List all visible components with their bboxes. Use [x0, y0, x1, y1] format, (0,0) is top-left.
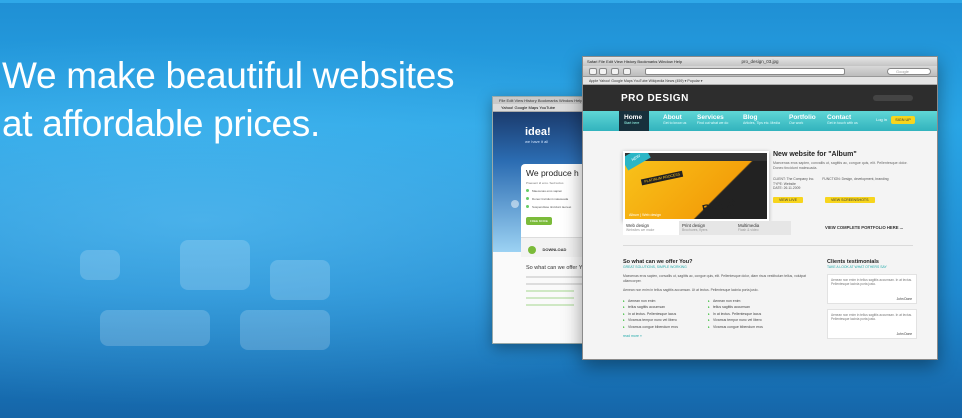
- nav-blog[interactable]: Blog Articles, Tips etc. Media: [743, 114, 780, 125]
- offer-lists: Aenean non enim tellus sagittis accumsan…: [623, 298, 808, 331]
- list-item: Vivamus congue bibendum eros: [623, 324, 678, 331]
- nav-about-label: About: [663, 114, 682, 121]
- testimonial-card: Aenean non enim in tellus sagittis accum…: [827, 274, 917, 304]
- offer-subtitle: GREAT SOLUTIONS, SIMPLE WORKING: [623, 265, 687, 269]
- offer-list-left: Aenean non enim tellus sagittis accumsan…: [623, 298, 678, 331]
- nav-services-label: Services: [697, 114, 724, 121]
- offer-para-2: Aenean non enim in tellus sagittis accum…: [623, 288, 759, 293]
- back-window-bookmarks: Yahoo! Google Maps YouTube: [493, 104, 589, 112]
- front-browser-window: Safari File Edit View History Bookmarks …: [582, 56, 938, 360]
- nav-about-sub: Get to know us: [663, 121, 687, 125]
- back-icon[interactable]: [589, 68, 597, 75]
- view-portfolio-link[interactable]: VIEW COMPLETE PORTFOLIO HERE ...: [825, 225, 903, 230]
- offer-para-1: Maecenas eros sapien, convallis ut, sagi…: [623, 274, 807, 283]
- divider: [623, 245, 913, 246]
- pro-logo[interactable]: PRO DESIGN: [621, 93, 689, 104]
- login-link[interactable]: Log in: [876, 117, 887, 122]
- list-item: Vivamus congue bibendum eros: [708, 324, 763, 331]
- read-more-link[interactable]: read more »: [623, 334, 808, 338]
- browser-search-input[interactable]: Google: [887, 68, 931, 75]
- back-browser-window: File Edit View History Bookmarks Window …: [492, 96, 590, 344]
- list-item: Maecenas eros sapien: [526, 189, 586, 193]
- nav-about[interactable]: About Get to know us: [663, 114, 686, 125]
- idea-heading: We produce h: [526, 168, 579, 178]
- headline-line-2: at affordable prices.: [2, 103, 320, 144]
- tab-sub: Flash & video: [738, 228, 759, 232]
- nav-blog-sub: Articles, Tips etc. Media: [743, 121, 780, 125]
- pro-header: PRO DESIGN: [583, 85, 937, 111]
- tab-sub: Websites we make: [626, 228, 655, 232]
- window-titlebar: Safari File Edit View History Bookmarks …: [583, 57, 937, 66]
- nav-home-label: Home: [624, 114, 643, 121]
- offer-section: So what can we offer You? GREAT SOLUTION…: [623, 259, 808, 338]
- nav-portfolio-label: Portfolio: [789, 114, 816, 121]
- decorative-reflection: [60, 240, 360, 360]
- news-title: New website for "Album": [773, 151, 857, 158]
- download-icon: [528, 245, 536, 254]
- news-buttons: VIEW LIVE VIEW SCREENSHOTS: [773, 196, 913, 203]
- back-window-menubar: File Edit View History Bookmarks Window …: [493, 97, 589, 104]
- signup-button[interactable]: SIGN UP: [891, 116, 915, 124]
- nav-portfolio-sub: Our work: [789, 121, 804, 125]
- bookmarks-bar[interactable]: Apple Yahoo! Google Maps YouTube Wikiped…: [583, 77, 937, 85]
- idea-hero: idea! we have it all We produce h Praese…: [493, 112, 589, 252]
- view-screenshots-button[interactable]: VIEW SCREENSHOTS: [824, 196, 875, 203]
- client-label: CLIENT: The Company Inc.: [773, 177, 815, 181]
- free-mode-button[interactable]: FREE MODE: [526, 217, 552, 225]
- function-label: FUNCTION: Design, development, branding: [822, 177, 889, 181]
- list-item: Donec tincidunt malesuada: [526, 197, 586, 201]
- nav-blog-label: Blog: [743, 114, 758, 121]
- idea-logo-sub: we have it all: [525, 139, 549, 144]
- testimonial-author: John Done: [896, 331, 912, 336]
- nav-contact[interactable]: Contact Get in touch with us: [827, 114, 858, 125]
- testimonials-subtitle: TAKE A LOOK AT WHAT OTHERS SAY: [827, 265, 887, 269]
- testimonial-card: Aenean non enim in tellus sagittis accum…: [827, 309, 917, 339]
- date-label: DATE: 26.11.2009: [773, 186, 801, 190]
- home-icon[interactable]: [623, 68, 631, 75]
- tab-multimedia[interactable]: Multimedia Flash & video: [735, 221, 791, 235]
- tab-print-design[interactable]: Print design Brochures, flyers: [679, 221, 735, 235]
- idea-offer-section: So what can we offer Y: [521, 263, 589, 308]
- address-bar[interactable]: [645, 68, 845, 75]
- pro-nav: Home Start here About Get to know us Ser…: [583, 111, 937, 131]
- portfolio-tabs: Web design Websites we make Print design…: [623, 221, 793, 235]
- pro-search-input[interactable]: [873, 95, 913, 101]
- banner-headline: We make beautiful websites at affordable…: [2, 52, 472, 148]
- nav-contact-label: Contact: [827, 114, 852, 121]
- news-text: Maecenas eros sapien, convallis ut, sagi…: [773, 161, 908, 170]
- carousel-prev-icon[interactable]: [511, 200, 519, 208]
- idea-offer-title: So what can we offer Y: [526, 265, 583, 271]
- news-meta: CLIENT: The Company Inc. TYPE: Website D…: [773, 177, 913, 191]
- tab-sub: Brochures, flyers: [682, 228, 708, 232]
- headline-line-1: We make beautiful websites: [2, 55, 455, 96]
- nav-services-sub: Find out what we do: [697, 121, 729, 125]
- forward-icon[interactable]: [599, 68, 607, 75]
- mac-menu: Safari File Edit View History Bookmarks …: [587, 59, 683, 64]
- reload-icon[interactable]: [611, 68, 619, 75]
- top-border: [0, 0, 962, 3]
- offer-list-right: Aenean non enim tellus sagittis accumsan…: [708, 298, 763, 331]
- list-item: Suspendisse tincidunt laoreet: [526, 205, 586, 209]
- idea-logo: idea!: [525, 126, 551, 138]
- nav-portfolio[interactable]: Portfolio Our work: [789, 114, 816, 125]
- idea-list: Maecenas eros sapien Donec tincidunt mal…: [526, 189, 586, 209]
- news-panel: New website for "Album" Maecenas eros sa…: [773, 151, 913, 203]
- featured-project-image[interactable]: NEW PLATINUM PROCESS BUILD STAR Album | …: [623, 151, 769, 221]
- testimonial-author: John Done: [896, 296, 912, 301]
- nav-home-sub: Start here: [624, 121, 640, 125]
- download-box[interactable]: DOWNLOAD: [521, 237, 589, 257]
- testimonials-section: Clients testimonials TAKE A LOOK AT WHAT…: [827, 259, 917, 339]
- testimonial-text: Aenean non enim in tellus sagittis accum…: [831, 313, 912, 322]
- nav-contact-sub: Get in touch with us: [827, 121, 858, 125]
- browser-toolbar: Google: [583, 66, 937, 77]
- download-label: DOWNLOAD: [542, 247, 567, 253]
- nav-services[interactable]: Services Find out what we do: [697, 114, 728, 125]
- nav-home[interactable]: Home Start here: [619, 111, 649, 131]
- view-live-button[interactable]: VIEW LIVE: [773, 196, 803, 203]
- idea-text: Praesent id eros. Sed lectus: [526, 181, 564, 185]
- tab-web-design[interactable]: Web design Websites we make: [623, 221, 679, 235]
- window-title: pro_design_03.jpg: [741, 59, 779, 64]
- feature-caption: Album | Web design: [629, 213, 662, 217]
- testimonial-text: Aenean non enim in tellus sagittis accum…: [831, 278, 912, 287]
